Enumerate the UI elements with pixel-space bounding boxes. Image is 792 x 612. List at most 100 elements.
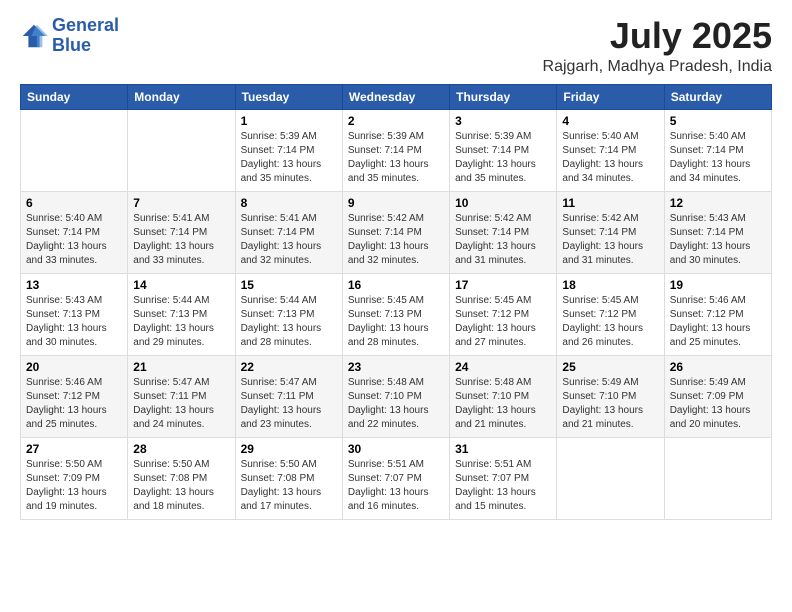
day-info: Sunrise: 5:39 AM Sunset: 7:14 PM Dayligh…: [348, 130, 444, 186]
day-number: 31: [455, 442, 551, 456]
calendar-cell: 29 Sunrise: 5:50 AM Sunset: 7:08 PM Dayli…: [235, 437, 342, 519]
day-number: 29: [241, 442, 337, 456]
day-info: Sunrise: 5:46 AM Sunset: 7:12 PM Dayligh…: [26, 376, 122, 432]
calendar-cell: 26 Sunrise: 5:49 AM Sunset: 7:09 PM Dayli…: [664, 355, 771, 437]
day-number: 9: [348, 196, 444, 210]
day-info: Sunrise: 5:47 AM Sunset: 7:11 PM Dayligh…: [241, 376, 337, 432]
calendar-cell: 21 Sunrise: 5:47 AM Sunset: 7:11 PM Dayli…: [128, 355, 235, 437]
day-info: Sunrise: 5:43 AM Sunset: 7:14 PM Dayligh…: [670, 212, 766, 268]
weekday-header-thursday: Thursday: [450, 84, 557, 109]
calendar-cell: 9 Sunrise: 5:42 AM Sunset: 7:14 PM Daylig…: [342, 191, 449, 273]
day-info: Sunrise: 5:49 AM Sunset: 7:10 PM Dayligh…: [562, 376, 658, 432]
header: General Blue July 2025 Rajgarh, Madhya P…: [20, 16, 772, 76]
day-number: 1: [241, 114, 337, 128]
day-info: Sunrise: 5:44 AM Sunset: 7:13 PM Dayligh…: [133, 294, 229, 350]
calendar-cell: 13 Sunrise: 5:43 AM Sunset: 7:13 PM Dayli…: [21, 273, 128, 355]
day-info: Sunrise: 5:45 AM Sunset: 7:12 PM Dayligh…: [562, 294, 658, 350]
day-info: Sunrise: 5:42 AM Sunset: 7:14 PM Dayligh…: [455, 212, 551, 268]
day-info: Sunrise: 5:39 AM Sunset: 7:14 PM Dayligh…: [455, 130, 551, 186]
day-number: 18: [562, 278, 658, 292]
calendar-week-3: 13 Sunrise: 5:43 AM Sunset: 7:13 PM Dayli…: [21, 273, 772, 355]
calendar-cell: 17Sunrise: 5:45 AM Sunset: 7:12 PM Dayli…: [450, 273, 557, 355]
day-info: Sunrise: 5:48 AM Sunset: 7:10 PM Dayligh…: [455, 376, 551, 432]
day-number: 11: [562, 196, 658, 210]
day-number: 12: [670, 196, 766, 210]
day-number: 25: [562, 360, 658, 374]
day-number: 10: [455, 196, 551, 210]
calendar-cell: 19 Sunrise: 5:46 AM Sunset: 7:12 PM Dayli…: [664, 273, 771, 355]
day-number: 21: [133, 360, 229, 374]
day-number: 7: [133, 196, 229, 210]
calendar-cell: 24 Sunrise: 5:48 AM Sunset: 7:10 PM Dayli…: [450, 355, 557, 437]
day-info: Sunrise: 5:46 AM Sunset: 7:12 PM Dayligh…: [670, 294, 766, 350]
calendar-cell: [664, 437, 771, 519]
month-title: July 2025: [543, 16, 772, 56]
day-number: 19: [670, 278, 766, 292]
day-number: 4: [562, 114, 658, 128]
day-info: Sunrise: 5:50 AM Sunset: 7:09 PM Dayligh…: [26, 458, 122, 514]
day-number: 3: [455, 114, 551, 128]
day-info: Sunrise: 5:40 AM Sunset: 7:14 PM Dayligh…: [562, 130, 658, 186]
logo: General Blue: [20, 16, 119, 56]
day-number: 17: [455, 278, 551, 292]
day-info: Sunrise: 5:45 AM Sunset: 7:13 PM Dayligh…: [348, 294, 444, 350]
day-info: Sunrise: 5:47 AM Sunset: 7:11 PM Dayligh…: [133, 376, 229, 432]
day-number: 24: [455, 360, 551, 374]
page: General Blue July 2025 Rajgarh, Madhya P…: [0, 0, 792, 612]
calendar-cell: 12 Sunrise: 5:43 AM Sunset: 7:14 PM Dayli…: [664, 191, 771, 273]
calendar-cell: 6Sunrise: 5:40 AM Sunset: 7:14 PM Daylig…: [21, 191, 128, 273]
calendar-cell: 30Sunrise: 5:51 AM Sunset: 7:07 PM Dayli…: [342, 437, 449, 519]
day-number: 16: [348, 278, 444, 292]
calendar-table: SundayMondayTuesdayWednesdayThursdayFrid…: [20, 84, 772, 520]
calendar-cell: 3 Sunrise: 5:39 AM Sunset: 7:14 PM Daylig…: [450, 109, 557, 191]
day-info: Sunrise: 5:42 AM Sunset: 7:14 PM Dayligh…: [562, 212, 658, 268]
day-info: Sunrise: 5:43 AM Sunset: 7:13 PM Dayligh…: [26, 294, 122, 350]
day-number: 6: [26, 196, 122, 210]
day-info: Sunrise: 5:51 AM Sunset: 7:07 PM Dayligh…: [348, 458, 444, 514]
day-number: 8: [241, 196, 337, 210]
day-info: Sunrise: 5:41 AM Sunset: 7:14 PM Dayligh…: [133, 212, 229, 268]
day-number: 2: [348, 114, 444, 128]
calendar-cell: 8 Sunrise: 5:41 AM Sunset: 7:14 PM Daylig…: [235, 191, 342, 273]
day-number: 15: [241, 278, 337, 292]
day-info: Sunrise: 5:49 AM Sunset: 7:09 PM Dayligh…: [670, 376, 766, 432]
day-number: 26: [670, 360, 766, 374]
day-info: Sunrise: 5:50 AM Sunset: 7:08 PM Dayligh…: [133, 458, 229, 514]
day-info: Sunrise: 5:48 AM Sunset: 7:10 PM Dayligh…: [348, 376, 444, 432]
day-info: Sunrise: 5:50 AM Sunset: 7:08 PM Dayligh…: [241, 458, 337, 514]
day-number: 27: [26, 442, 122, 456]
weekday-header-monday: Monday: [128, 84, 235, 109]
day-info: Sunrise: 5:42 AM Sunset: 7:14 PM Dayligh…: [348, 212, 444, 268]
weekday-header-sunday: Sunday: [21, 84, 128, 109]
calendar-week-1: 1 Sunrise: 5:39 AM Sunset: 7:14 PM Daylig…: [21, 109, 772, 191]
calendar-body: 1 Sunrise: 5:39 AM Sunset: 7:14 PM Daylig…: [21, 109, 772, 519]
calendar-cell: 2 Sunrise: 5:39 AM Sunset: 7:14 PM Daylig…: [342, 109, 449, 191]
weekday-header-row: SundayMondayTuesdayWednesdayThursdayFrid…: [21, 84, 772, 109]
day-info: Sunrise: 5:44 AM Sunset: 7:13 PM Dayligh…: [241, 294, 337, 350]
day-number: 14: [133, 278, 229, 292]
calendar-cell: 20Sunrise: 5:46 AM Sunset: 7:12 PM Dayli…: [21, 355, 128, 437]
logo-icon: [20, 22, 48, 50]
calendar-cell: 31Sunrise: 5:51 AM Sunset: 7:07 PM Dayli…: [450, 437, 557, 519]
calendar-cell: 1 Sunrise: 5:39 AM Sunset: 7:14 PM Daylig…: [235, 109, 342, 191]
day-number: 28: [133, 442, 229, 456]
day-number: 13: [26, 278, 122, 292]
day-info: Sunrise: 5:41 AM Sunset: 7:14 PM Dayligh…: [241, 212, 337, 268]
weekday-header-saturday: Saturday: [664, 84, 771, 109]
calendar-cell: 18 Sunrise: 5:45 AM Sunset: 7:12 PM Dayli…: [557, 273, 664, 355]
weekday-header-friday: Friday: [557, 84, 664, 109]
calendar-cell: 27 Sunrise: 5:50 AM Sunset: 7:09 PM Dayli…: [21, 437, 128, 519]
day-number: 23: [348, 360, 444, 374]
title-block: July 2025 Rajgarh, Madhya Pradesh, India: [543, 16, 772, 76]
day-number: 22: [241, 360, 337, 374]
day-info: Sunrise: 5:39 AM Sunset: 7:14 PM Dayligh…: [241, 130, 337, 186]
location-title: Rajgarh, Madhya Pradesh, India: [543, 58, 772, 76]
calendar-cell: 14 Sunrise: 5:44 AM Sunset: 7:13 PM Dayli…: [128, 273, 235, 355]
calendar-cell: 23 Sunrise: 5:48 AM Sunset: 7:10 PM Dayli…: [342, 355, 449, 437]
calendar-week-5: 27 Sunrise: 5:50 AM Sunset: 7:09 PM Dayli…: [21, 437, 772, 519]
calendar-week-4: 20Sunrise: 5:46 AM Sunset: 7:12 PM Dayli…: [21, 355, 772, 437]
day-number: 5: [670, 114, 766, 128]
calendar-cell: 15 Sunrise: 5:44 AM Sunset: 7:13 PM Dayli…: [235, 273, 342, 355]
calendar-cell: 28 Sunrise: 5:50 AM Sunset: 7:08 PM Dayli…: [128, 437, 235, 519]
weekday-header-tuesday: Tuesday: [235, 84, 342, 109]
